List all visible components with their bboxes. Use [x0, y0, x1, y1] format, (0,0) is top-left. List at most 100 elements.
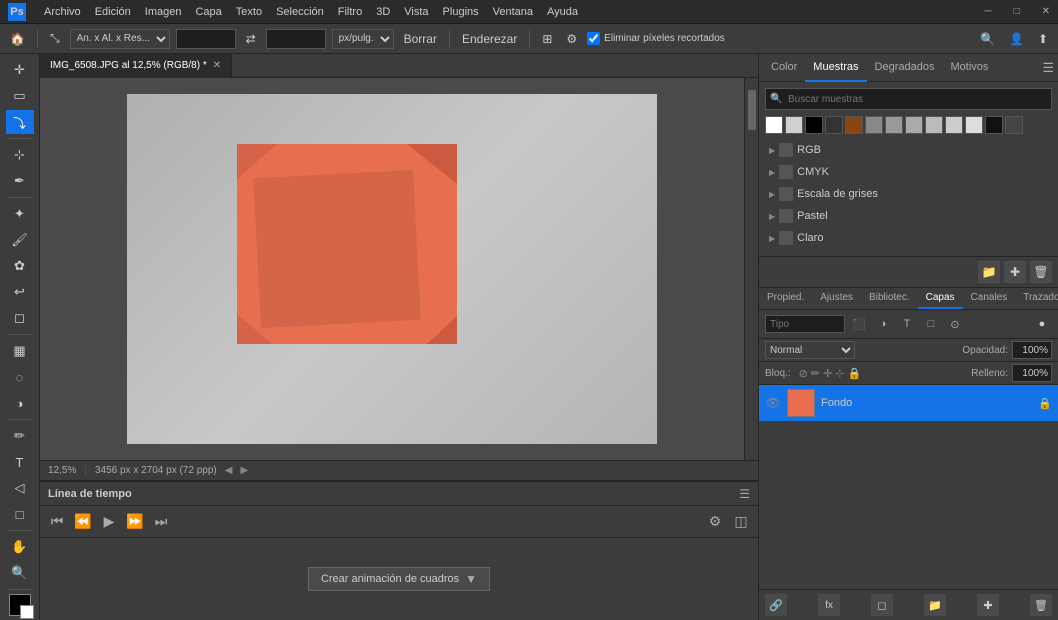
- swatch-group-claro-row[interactable]: ▶ Claro: [765, 228, 1052, 248]
- menu-3d[interactable]: 3D: [376, 6, 390, 18]
- swatch-gray5[interactable]: [925, 116, 943, 134]
- create-animation-button[interactable]: Crear animación de cuadros ▼: [308, 567, 490, 591]
- grid-button[interactable]: ⊞: [538, 28, 556, 50]
- tab-propied[interactable]: Propied.: [759, 288, 812, 309]
- lock-artboard[interactable]: ⊹: [835, 367, 844, 380]
- shape-tool[interactable]: □: [6, 502, 34, 526]
- layer-item-fondo[interactable]: 👁 Fondo 🔒: [759, 385, 1058, 421]
- tab-color[interactable]: Color: [763, 54, 805, 82]
- swatches-panel-menu[interactable]: ☰: [1042, 60, 1054, 76]
- lock-transparent[interactable]: ⊘: [799, 367, 808, 380]
- layer-filter-shape[interactable]: □: [921, 314, 941, 334]
- settings-button[interactable]: ⚙: [562, 28, 581, 50]
- enderezar-button[interactable]: Enderezar: [458, 28, 521, 50]
- type-tool[interactable]: T: [6, 450, 34, 474]
- window-close[interactable]: ✕: [1042, 6, 1050, 17]
- menu-filtro[interactable]: Filtro: [338, 6, 362, 18]
- menu-imagen[interactable]: Imagen: [145, 6, 182, 18]
- canvas-wrapper[interactable]: [40, 78, 758, 480]
- tab-trazados[interactable]: Trazados: [1015, 288, 1058, 309]
- layer-filter-input[interactable]: [765, 315, 845, 333]
- swatch-dark2[interactable]: [1005, 116, 1023, 134]
- fx-btn[interactable]: fx: [818, 594, 840, 616]
- borrar-button[interactable]: Borrar: [400, 28, 441, 50]
- tab-capas[interactable]: Capas: [918, 288, 963, 309]
- swatch-gray2[interactable]: [865, 116, 883, 134]
- timeline-next-frame[interactable]: ⏩: [124, 511, 146, 533]
- timeline-play[interactable]: ▶: [98, 511, 120, 533]
- timeline-settings[interactable]: ⚙: [704, 511, 726, 533]
- search-button[interactable]: 🔍: [976, 28, 999, 50]
- layer-filter-adjust[interactable]: ◑: [873, 314, 893, 334]
- path-select-tool[interactable]: ◁: [6, 476, 34, 500]
- menu-plugins[interactable]: Plugins: [443, 6, 479, 18]
- new-swatch-btn[interactable]: ✚: [1004, 261, 1026, 283]
- new-folder-btn[interactable]: 📁: [978, 261, 1000, 283]
- swatch-gray1[interactable]: [785, 116, 803, 134]
- crop-transform-button[interactable]: ⤡: [46, 28, 64, 50]
- share-button[interactable]: ⬆: [1034, 28, 1052, 50]
- swatch-group-pastel-row[interactable]: ▶ Pastel: [765, 206, 1052, 226]
- swatch-gray6[interactable]: [945, 116, 963, 134]
- brush-tool[interactable]: 🖌: [6, 228, 34, 252]
- tab-ajustes[interactable]: Ajustes: [812, 288, 861, 309]
- vertical-scroll-thumb[interactable]: [748, 90, 756, 130]
- account-button[interactable]: 👤: [1005, 28, 1028, 50]
- blur-tool[interactable]: ◌: [6, 365, 34, 389]
- swatch-gray3[interactable]: [885, 116, 903, 134]
- foreground-color[interactable]: [9, 594, 31, 616]
- menu-ayuda[interactable]: Ayuda: [547, 6, 578, 18]
- layer-filter-type[interactable]: T: [897, 314, 917, 334]
- tab-canales[interactable]: Canales: [963, 288, 1016, 309]
- tab-muestras[interactable]: Muestras: [805, 54, 866, 82]
- status-arrow-right[interactable]: ▶: [240, 465, 248, 476]
- swatch-group-rgb-row[interactable]: ▶ RGB: [765, 140, 1052, 160]
- eliminar-checkbox[interactable]: [587, 32, 600, 45]
- menu-ventana[interactable]: Ventana: [493, 6, 533, 18]
- pen-tool[interactable]: ✏: [6, 424, 34, 448]
- menu-archivo[interactable]: Archivo: [44, 6, 81, 18]
- select-rect-tool[interactable]: ▭: [6, 84, 34, 108]
- lock-image[interactable]: ✏: [811, 367, 820, 380]
- move-tool[interactable]: ✛: [6, 58, 34, 82]
- swatch-white[interactable]: [765, 116, 783, 134]
- layer-filter-pixel[interactable]: ⬛: [849, 314, 869, 334]
- tab-degradados[interactable]: Degradados: [867, 54, 943, 82]
- menu-seleccion[interactable]: Selección: [276, 6, 324, 18]
- swatch-brown[interactable]: [845, 116, 863, 134]
- history-brush-tool[interactable]: ↩: [6, 280, 34, 304]
- new-layer-btn[interactable]: ✚: [977, 594, 999, 616]
- tab-motivos[interactable]: Motivos: [942, 54, 996, 82]
- menu-texto[interactable]: Texto: [236, 6, 262, 18]
- stamp-tool[interactable]: ✿: [6, 254, 34, 278]
- home-button[interactable]: 🏠: [6, 28, 29, 50]
- new-group-btn[interactable]: 📁: [924, 594, 946, 616]
- background-color[interactable]: [20, 605, 34, 619]
- canvas-tab-active[interactable]: IMG_6508.JPG al 12,5% (RGB/8) * ✕: [40, 54, 232, 78]
- lock-all[interactable]: 🔒: [847, 367, 861, 380]
- status-arrow-left[interactable]: ◀: [225, 465, 233, 476]
- menu-edicion[interactable]: Edición: [95, 6, 131, 18]
- crop-tool[interactable]: ⊹: [6, 143, 34, 167]
- add-mask-btn[interactable]: ◻: [871, 594, 893, 616]
- swap-dimensions-button[interactable]: ⇄: [242, 28, 260, 50]
- dodge-tool[interactable]: ◑: [6, 391, 34, 415]
- layer-filter-smart[interactable]: ⊙: [945, 314, 965, 334]
- layer-visibility-toggle[interactable]: 👁: [765, 396, 781, 410]
- canvas-scrollbar-right[interactable]: [744, 78, 758, 460]
- swatch-black[interactable]: [805, 116, 823, 134]
- crop-width-input[interactable]: [176, 29, 236, 49]
- opacity-input[interactable]: [1012, 341, 1052, 359]
- timeline-convert[interactable]: ◫: [730, 511, 752, 533]
- swatch-search-input[interactable]: [765, 88, 1052, 110]
- delete-layer-btn[interactable]: 🗑: [1030, 594, 1052, 616]
- swatch-group-grises-row[interactable]: ▶ Escala de grises: [765, 184, 1052, 204]
- gradient-tool[interactable]: ▦: [6, 339, 34, 363]
- blend-mode-select[interactable]: Normal: [765, 341, 855, 359]
- fill-opacity-input[interactable]: [1012, 364, 1052, 382]
- timeline-goto-start[interactable]: ⏮: [46, 511, 68, 533]
- window-minimize[interactable]: ─: [984, 6, 991, 17]
- heal-tool[interactable]: ✦: [6, 202, 34, 226]
- swatch-gray7[interactable]: [965, 116, 983, 134]
- lasso-tool[interactable]: ⤵: [6, 110, 34, 134]
